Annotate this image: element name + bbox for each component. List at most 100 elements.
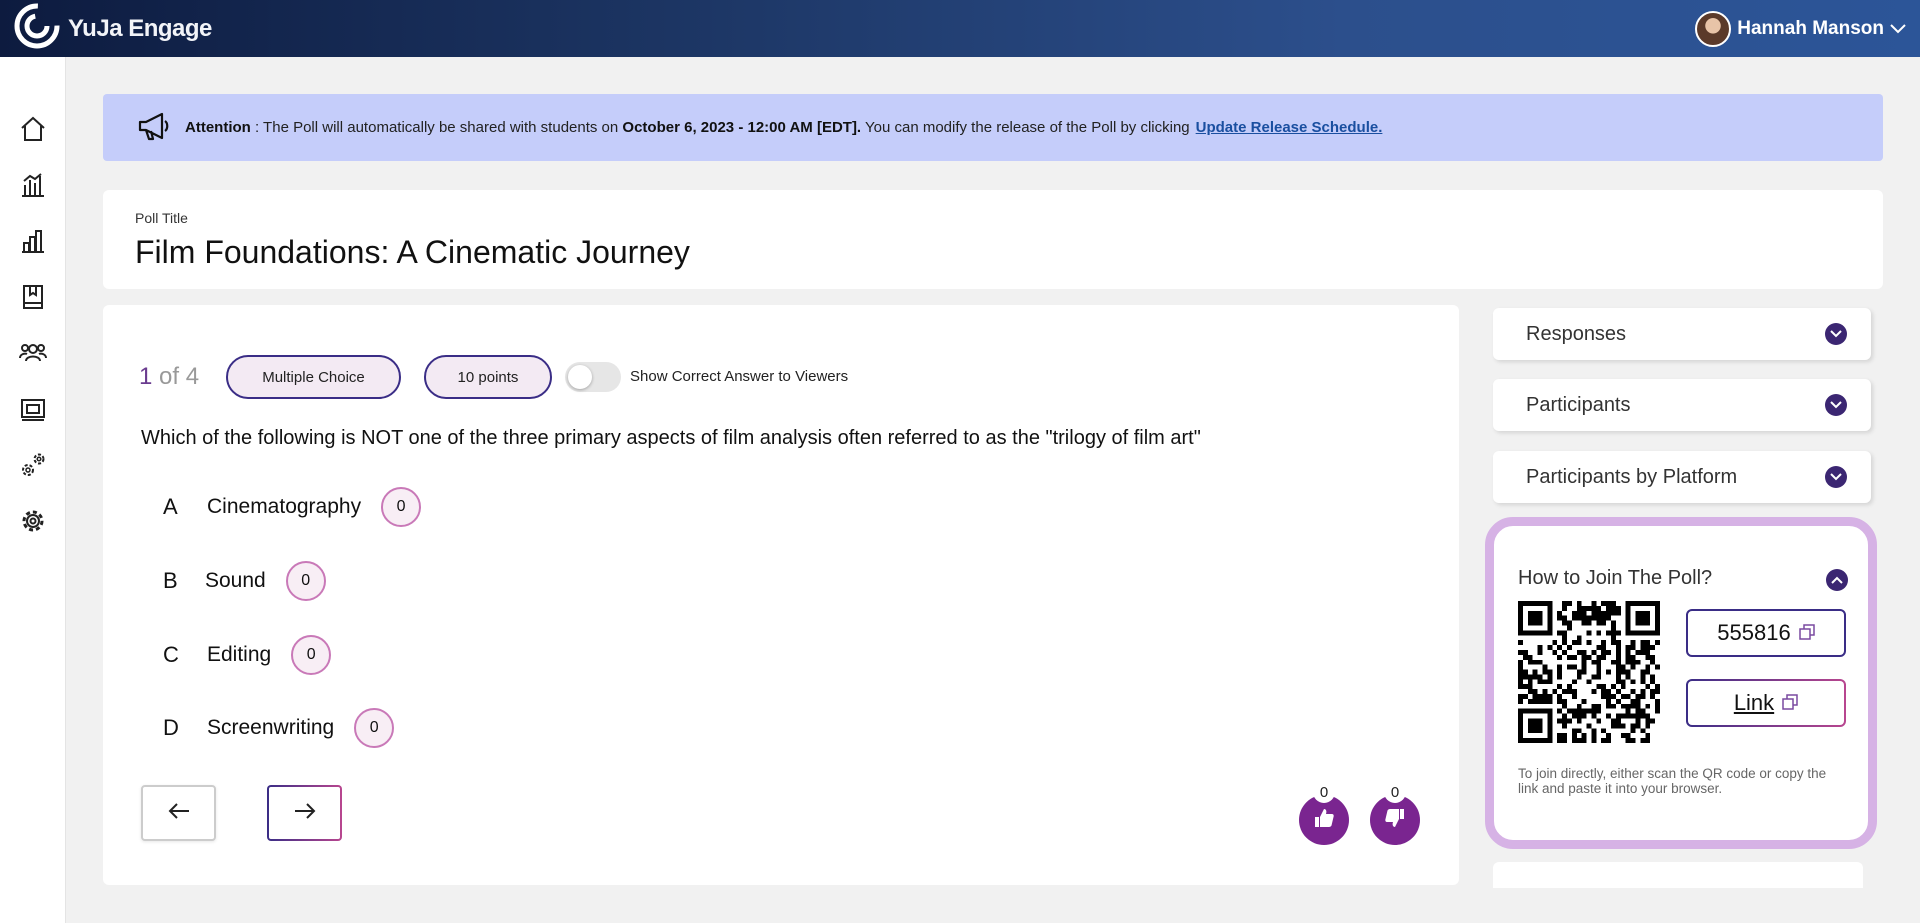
qr-module (1571, 713, 1577, 719)
qr-module (1562, 689, 1567, 695)
qr-module (1601, 615, 1607, 621)
qr-module (1571, 664, 1577, 670)
qr-module (1518, 669, 1523, 675)
qr-module (1547, 605, 1553, 611)
qr-module (1596, 684, 1602, 690)
qr-module (1615, 669, 1621, 675)
qr-module (1518, 605, 1523, 611)
home-icon[interactable] (19, 115, 47, 143)
qr-module (1547, 669, 1553, 675)
qr-module (1571, 733, 1577, 739)
qr-module (1611, 684, 1616, 690)
qr-module (1518, 649, 1523, 655)
qr-module (1635, 659, 1641, 665)
qr-module (1635, 601, 1641, 606)
qr-module (1645, 654, 1651, 660)
option-letter: A (163, 494, 178, 519)
qr-module (1581, 654, 1587, 660)
question-card: 1 of 4 Multiple Choice 10 points Show Co… (103, 305, 1459, 885)
qr-module (1650, 718, 1656, 724)
courses-icon[interactable] (19, 395, 47, 423)
qr-module (1645, 601, 1651, 606)
brand[interactable]: YuJa Engage (14, 3, 212, 54)
qr-module (1615, 659, 1621, 665)
qr-module (1601, 694, 1607, 699)
like-button[interactable]: 0 (1299, 781, 1349, 845)
qr-module (1640, 689, 1646, 695)
qr-module (1532, 601, 1538, 606)
qr-module (1586, 679, 1592, 685)
points-button[interactable]: 10 points (424, 355, 552, 399)
qr-code (1518, 601, 1660, 743)
qr-module (1542, 698, 1548, 704)
qr-module (1527, 620, 1533, 626)
chevron-up-icon[interactable] (1826, 569, 1848, 591)
join-link: Link (1733, 690, 1775, 715)
qr-module (1650, 659, 1656, 665)
qr-module (1576, 728, 1582, 734)
participants-accordion[interactable]: Participants (1493, 379, 1871, 431)
qr-module (1596, 708, 1602, 714)
join-link-button[interactable]: Link (1686, 679, 1846, 727)
qr-module (1591, 601, 1597, 606)
option-letter: D (163, 715, 179, 740)
qr-module (1581, 649, 1587, 655)
qr-module (1620, 703, 1626, 709)
top-bar: YuJa Engage Hannah Manson (0, 0, 1920, 57)
settings-icon[interactable] (19, 507, 47, 535)
qr-module (1537, 728, 1543, 734)
update-release-schedule-link[interactable]: Update Release Schedule. (1196, 119, 1383, 136)
previous-question-button[interactable] (141, 785, 216, 841)
option-letter: B (163, 568, 178, 593)
integrations-icon[interactable] (19, 451, 47, 479)
qr-module (1635, 630, 1641, 636)
qr-module (1581, 713, 1587, 719)
qr-module (1532, 669, 1538, 675)
gradebook-icon[interactable] (19, 283, 47, 311)
qr-module (1571, 615, 1577, 621)
join-code-button[interactable]: 555816 (1686, 609, 1846, 657)
participants-by-platform-accordion[interactable]: Participants by Platform (1493, 451, 1871, 503)
qr-module (1527, 689, 1533, 695)
question-type-button[interactable]: Multiple Choice (226, 355, 401, 399)
qr-module (1611, 610, 1616, 616)
join-code: 555816 (1717, 620, 1791, 645)
qr-module (1596, 654, 1602, 660)
qr-module (1557, 654, 1563, 660)
qr-module (1537, 708, 1543, 714)
qr-module (1655, 664, 1660, 670)
qr-module (1655, 689, 1660, 695)
qr-module (1527, 615, 1533, 621)
show-correct-answer-toggle[interactable] (565, 362, 621, 392)
qr-module (1650, 601, 1656, 606)
qr-module (1596, 615, 1602, 621)
qr-module (1547, 630, 1553, 636)
qr-module (1527, 738, 1533, 743)
qr-module (1591, 703, 1597, 709)
next-question-button[interactable] (267, 785, 342, 841)
dislike-button[interactable]: 0 (1370, 781, 1420, 845)
qr-module (1557, 615, 1563, 621)
qr-module (1562, 698, 1567, 704)
qr-module (1645, 713, 1651, 719)
qr-module (1537, 723, 1543, 729)
analytics-icon[interactable] (19, 171, 47, 199)
qr-module (1562, 605, 1567, 611)
qr-module (1615, 723, 1621, 729)
thumbs-up-icon (1313, 807, 1335, 834)
question-counter: 1 of 4 (139, 363, 199, 391)
qr-module (1576, 713, 1582, 719)
qr-module (1527, 630, 1533, 636)
qr-module (1576, 649, 1582, 655)
qr-module (1606, 698, 1612, 704)
users-icon[interactable] (19, 339, 47, 367)
qr-module (1650, 654, 1656, 660)
arrow-right-icon (293, 802, 317, 825)
qr-module (1557, 718, 1563, 724)
qr-module (1571, 689, 1577, 695)
responses-accordion[interactable]: Responses (1493, 308, 1871, 360)
user-menu[interactable]: Hannah Manson (1695, 10, 1906, 47)
qr-module (1650, 679, 1656, 685)
qr-module (1522, 738, 1528, 743)
reports-icon[interactable] (19, 227, 47, 255)
